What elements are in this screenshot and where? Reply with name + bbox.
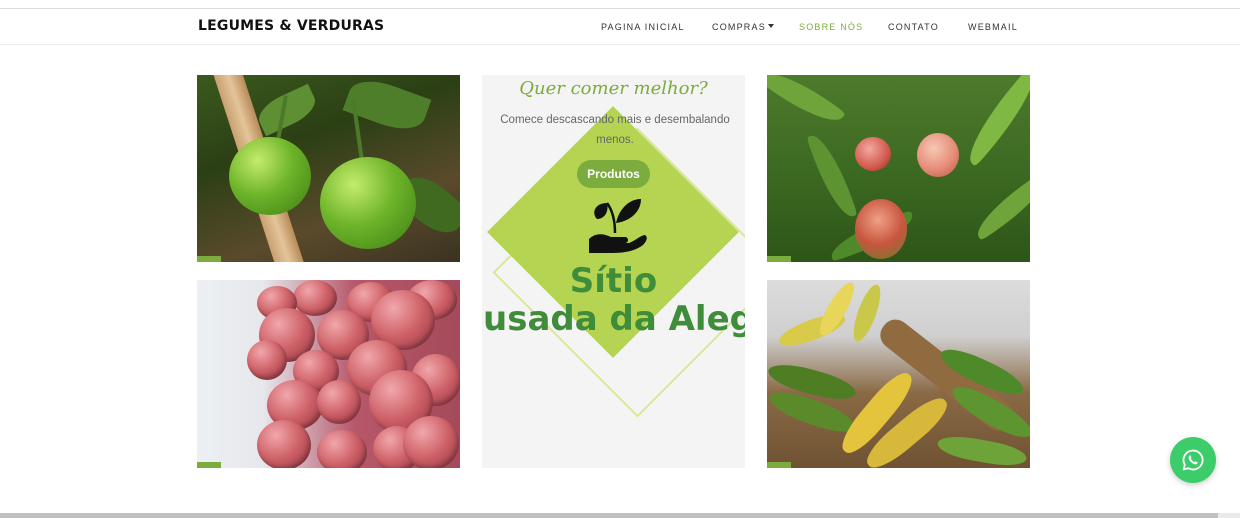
nav-compras-label: COMPRAS bbox=[712, 22, 766, 32]
photo-mangoes[interactable] bbox=[767, 75, 1030, 262]
horizontal-scrollbar[interactable] bbox=[0, 513, 1218, 518]
tile-accent bbox=[197, 462, 221, 468]
leaf bbox=[806, 129, 858, 223]
caret-down-icon bbox=[767, 24, 774, 28]
tile-accent bbox=[767, 462, 791, 468]
produtos-button[interactable]: Produtos bbox=[577, 160, 650, 188]
lychee bbox=[257, 420, 311, 468]
promo-heading: Quer comer melhor? bbox=[519, 78, 708, 99]
logo-text-sitio: Sítio bbox=[569, 261, 658, 301]
logo-text-pousada: usada da Aleg bbox=[483, 299, 745, 339]
leaf bbox=[957, 75, 1030, 167]
nav-sobre-nos[interactable]: SOBRE NÓS bbox=[799, 22, 863, 32]
leaf bbox=[253, 83, 321, 137]
scrollbar-corner bbox=[1218, 513, 1240, 518]
lychee bbox=[247, 340, 287, 380]
whatsapp-button[interactable] bbox=[1170, 437, 1216, 483]
banana bbox=[935, 432, 1029, 468]
photo-tomatoes[interactable] bbox=[197, 75, 460, 262]
site-brand[interactable]: LEGUMES & VERDURAS bbox=[198, 18, 384, 34]
mango bbox=[855, 137, 891, 171]
nav-compras[interactable]: COMPRAS bbox=[712, 22, 774, 32]
nav-pagina-inicial[interactable]: PAGINA INICIAL bbox=[601, 22, 685, 32]
leaf bbox=[767, 75, 846, 133]
mango bbox=[855, 199, 907, 259]
navbar: LEGUMES & VERDURAS PAGINA INICIAL COMPRA… bbox=[0, 9, 1240, 45]
tomato bbox=[229, 137, 311, 215]
promo-subtitle: Comece descascando mais e desembalando m… bbox=[500, 114, 730, 146]
promo-card: Quer comer melhor? Comece descascando ma… bbox=[482, 75, 745, 468]
lychee bbox=[403, 416, 459, 468]
tomato bbox=[320, 157, 416, 249]
lychee bbox=[317, 430, 367, 468]
photo-lychees[interactable] bbox=[197, 280, 460, 468]
whatsapp-icon bbox=[1182, 449, 1204, 471]
nav-webmail[interactable]: WEBMAIL bbox=[968, 22, 1018, 32]
photo-bananas[interactable] bbox=[767, 280, 1030, 468]
tile-accent bbox=[197, 256, 221, 262]
lychee bbox=[317, 380, 361, 424]
mango bbox=[917, 133, 959, 177]
leaf bbox=[968, 171, 1030, 241]
tile-accent bbox=[767, 256, 791, 262]
hand-sprout-icon bbox=[589, 199, 647, 253]
nav-contato[interactable]: CONTATO bbox=[888, 22, 939, 32]
